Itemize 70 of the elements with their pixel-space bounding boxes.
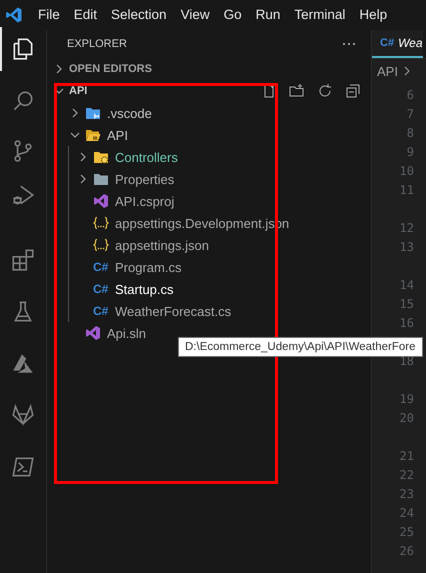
line-number: 14 [398,277,414,294]
line-number: 8 [406,125,414,142]
menu-item[interactable]: Run [248,0,288,30]
menu-item[interactable]: File [31,0,67,30]
csharp-icon: C# [93,260,109,274]
line-number: 6 [406,87,414,104]
file-name: Startup.cs [115,282,174,296]
file-name: Program.cs [115,260,182,274]
file-row[interactable]: C# Startup.cs [47,278,371,300]
file-row[interactable]: C# WeatherForecast.cs [47,300,371,322]
file-row[interactable]: C# Program.cs [47,256,371,278]
line-number: 15 [398,296,414,313]
line-number: 24 [398,505,414,522]
path-tooltip: D:\Ecommerce_Udemy\Api\API\WeatherFore [178,337,423,357]
folder-row[interactable]: Properties [47,168,371,190]
file-name: WeatherForecast.cs [115,304,232,318]
menu-item[interactable]: Terminal [287,0,352,30]
gear-folder-icon [93,149,109,165]
file-name: appsettings.json [115,238,209,252]
csharp-icon: C# [93,282,109,296]
line-number: 12 [398,220,414,237]
csharp-icon: C# [380,37,394,49]
braces-icon [93,215,109,231]
line-number: 21 [398,448,414,465]
braces-icon [93,237,109,253]
menu-item[interactable]: Edit [66,0,104,30]
open-folder-icon [85,127,101,143]
file-name: Controllers [115,150,178,164]
line-number: 9 [406,144,414,161]
folder-row[interactable]: .vscode [47,102,371,124]
folder-row[interactable]: API [47,124,371,146]
file-name: Api.sln [107,326,146,340]
folder-row[interactable]: Controllers [47,146,371,168]
fox-head-icon[interactable] [10,401,36,427]
line-number: 11 [398,182,414,199]
extensions-icon[interactable] [10,247,36,273]
explorer-title: EXPLORER [67,38,127,50]
line-number: 10 [398,163,414,180]
collapse-all-icon[interactable] [345,83,361,99]
file-row[interactable]: appsettings.json [47,234,371,256]
menu-item[interactable]: Go [216,0,249,30]
visual-studio-icon [85,325,101,341]
editor-tab[interactable]: C# Wea [372,30,423,58]
line-number: 7 [406,106,414,123]
section-title[interactable]: API [69,85,88,97]
file-name: API [107,128,128,142]
line-number: 23 [398,486,414,503]
file-name: API.csproj [115,194,174,208]
line-number: 26 [398,543,414,560]
folder-icon [85,105,101,121]
folder-icon [93,171,109,187]
breadcrumb-item[interactable]: API [377,64,398,78]
file-name: Properties [115,172,174,186]
section-title[interactable]: OPEN EDITORS [69,63,152,75]
line-number: 19 [398,391,414,408]
new-folder-icon[interactable] [289,83,305,99]
file-row[interactable]: API.csproj [47,190,371,212]
refresh-icon[interactable] [317,83,333,99]
menu-item[interactable]: View [174,0,217,30]
line-number: 22 [398,467,414,484]
line-number: 13 [398,239,414,256]
csharp-icon: C# [93,304,109,318]
editor-logo-icon [5,6,23,24]
menu-item[interactable]: Selection [104,0,174,30]
active-indicator [0,27,2,71]
file-name: .vscode [107,106,152,120]
visual-studio-icon [93,193,109,209]
menu-item[interactable]: Help [352,0,394,30]
line-number: 25 [398,524,414,541]
line-number: 20 [398,410,414,427]
